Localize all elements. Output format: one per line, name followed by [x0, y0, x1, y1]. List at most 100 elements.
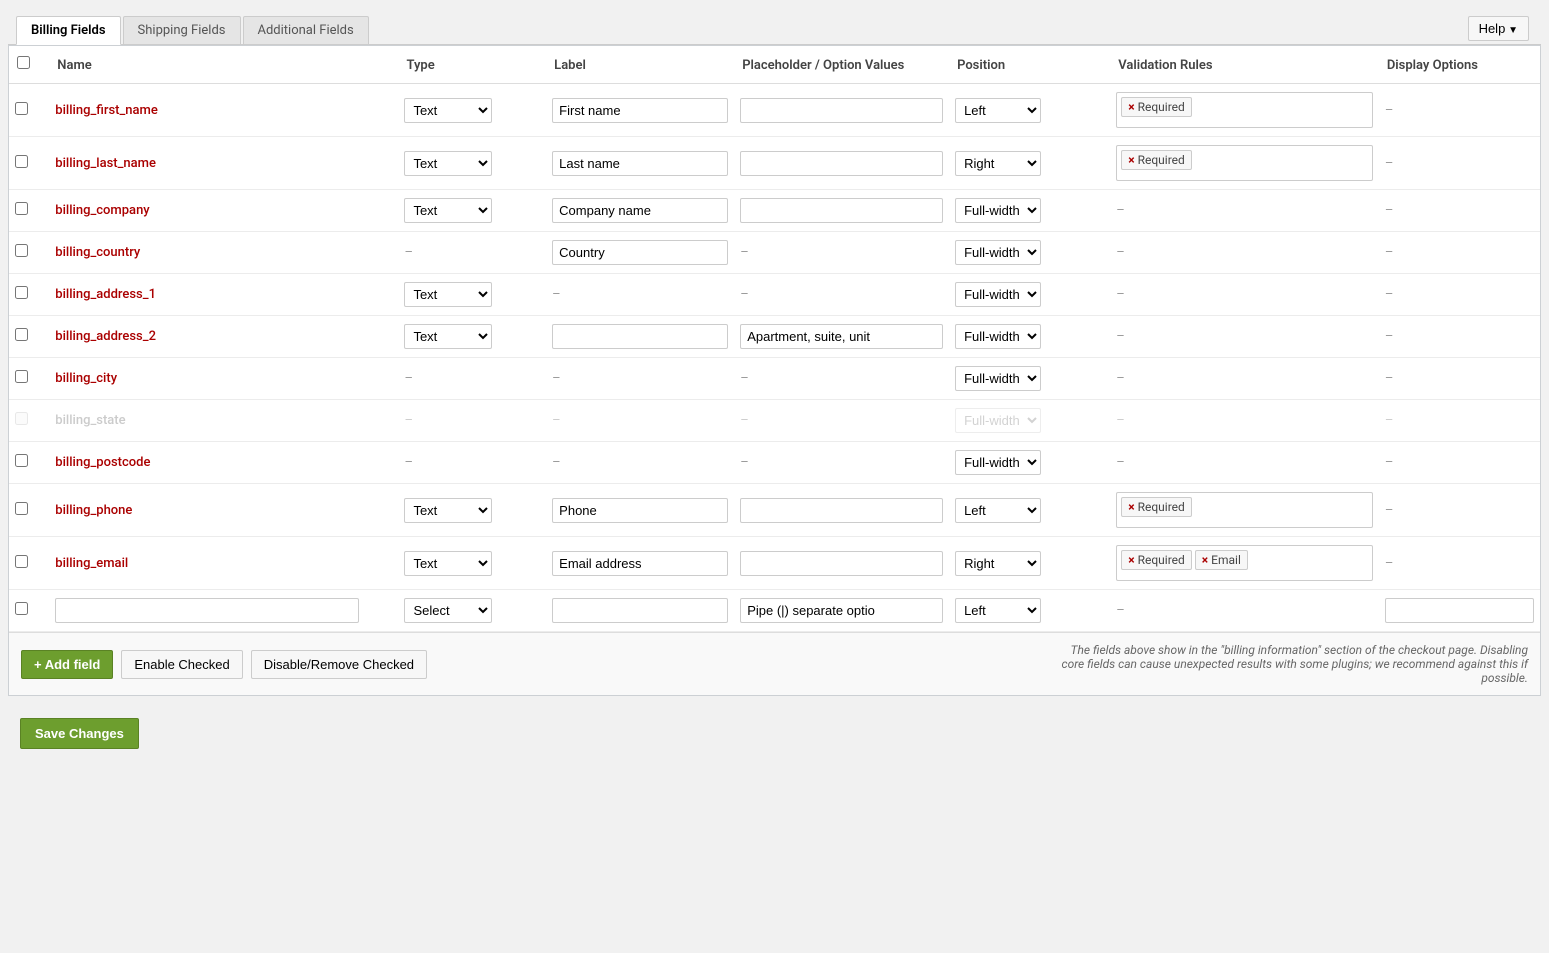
- position-select-billing_email[interactable]: LeftRightFull-width: [955, 551, 1041, 576]
- row-checkbox-billing_country[interactable]: [15, 244, 28, 257]
- row-checkbox-billing_phone[interactable]: [15, 502, 28, 515]
- placeholder-input-billing_email[interactable]: [740, 551, 943, 576]
- type-select-billing_address_2[interactable]: TextSelectTextareaPasswordHidden: [404, 324, 492, 349]
- placeholder-dash: –: [740, 245, 749, 260]
- table-row: billing_last_name TextSelectTextareaPassw…: [9, 137, 1540, 190]
- table-row: billing_companyTextSelectTextareaPasswor…: [9, 190, 1540, 232]
- row-checkbox-billing_postcode[interactable]: [15, 454, 28, 467]
- label-dash: –: [552, 413, 561, 428]
- add-field-button[interactable]: + Add field: [21, 650, 113, 679]
- table-row: TextSelectTextareaPasswordHidden LeftRigh…: [9, 590, 1540, 632]
- display-dash: –: [1385, 156, 1394, 171]
- display-dash: –: [1385, 287, 1394, 302]
- position-select-billing_city[interactable]: LeftRightFull-width: [955, 366, 1041, 391]
- validation-dash: –: [1116, 329, 1125, 344]
- validation-area-billing_first_name: ×Required: [1116, 92, 1373, 128]
- type-select-billing_phone[interactable]: TextSelectTextareaPasswordHidden: [404, 498, 492, 523]
- validation-tag-email[interactable]: ×Email: [1195, 550, 1248, 570]
- display-dash: –: [1385, 556, 1394, 571]
- placeholder-input-new_field[interactable]: [740, 598, 943, 623]
- label-input-billing_phone[interactable]: [552, 498, 728, 523]
- save-area: Save Changes: [8, 706, 1541, 761]
- field-name-label: billing_postcode: [55, 455, 150, 470]
- type-select-billing_company[interactable]: TextSelectTextareaPasswordHidden: [404, 198, 492, 223]
- help-button[interactable]: Help: [1468, 16, 1529, 41]
- position-select-billing_phone[interactable]: LeftRightFull-width: [955, 498, 1041, 523]
- row-checkbox-billing_email[interactable]: [15, 555, 28, 568]
- label-input-billing_last_name[interactable]: [552, 151, 728, 176]
- position-select-billing_state[interactable]: LeftRightFull-width: [955, 408, 1041, 433]
- position-select-billing_country[interactable]: LeftRightFull-width: [955, 240, 1041, 265]
- placeholder-input-billing_address_2[interactable]: [740, 324, 943, 349]
- display-dash: –: [1385, 245, 1394, 260]
- type-dash: –: [404, 371, 413, 386]
- main-content: Name Type Label Placeholder / Option Val…: [8, 45, 1541, 696]
- row-checkbox-billing_state[interactable]: [15, 412, 28, 425]
- validation-tag-required[interactable]: ×Required: [1121, 550, 1192, 570]
- placeholder-input-billing_last_name[interactable]: [740, 151, 943, 176]
- field-name-label: billing_last_name: [55, 156, 156, 171]
- tab-shipping[interactable]: Shipping Fields: [123, 16, 241, 44]
- type-select-billing_email[interactable]: TextSelectTextareaPasswordHidden: [404, 551, 492, 576]
- field-name-label: billing_state: [55, 413, 125, 428]
- position-select-billing_address_2[interactable]: LeftRightFull-width: [955, 324, 1041, 349]
- page-header: Help Billing Fields Shipping Fields Addi…: [8, 8, 1541, 45]
- header-validation: Validation Rules: [1110, 46, 1379, 84]
- disable-checked-button[interactable]: Disable/Remove Checked: [251, 650, 427, 679]
- header-name: Name: [49, 46, 398, 84]
- display-input-new_field[interactable]: [1385, 598, 1534, 623]
- row-checkbox-billing_last_name[interactable]: [15, 155, 28, 168]
- table-row: billing_emailTextSelectTextareaPasswordH…: [9, 537, 1540, 590]
- label-input-billing_email[interactable]: [552, 551, 728, 576]
- label-input-billing_country[interactable]: [552, 240, 728, 265]
- placeholder-input-billing_first_name[interactable]: [740, 98, 943, 123]
- select-all-checkbox[interactable]: [17, 56, 30, 69]
- enable-checked-button[interactable]: Enable Checked: [121, 650, 242, 679]
- label-input-billing_company[interactable]: [552, 198, 728, 223]
- type-select-billing_address_1[interactable]: TextSelectTextareaPasswordHidden: [404, 282, 492, 307]
- row-checkbox-billing_company[interactable]: [15, 202, 28, 215]
- field-name-label: billing_city: [55, 371, 117, 386]
- display-dash: –: [1385, 413, 1394, 428]
- validation-tag-required[interactable]: ×Required: [1121, 497, 1192, 517]
- type-select-billing_last_name[interactable]: TextSelectTextareaPasswordHidden: [404, 151, 492, 176]
- field-name-label: billing_address_2: [55, 329, 156, 344]
- table-row: billing_phoneTextSelectTextareaPasswordH…: [9, 484, 1540, 537]
- position-select-billing_postcode[interactable]: LeftRightFull-width: [955, 450, 1041, 475]
- display-dash: –: [1385, 371, 1394, 386]
- tab-bar: Billing Fields Shipping Fields Additiona…: [8, 8, 1541, 45]
- tab-billing[interactable]: Billing Fields: [16, 16, 121, 45]
- placeholder-dash: –: [740, 455, 749, 470]
- display-dash: –: [1385, 103, 1394, 118]
- validation-dash: –: [1116, 371, 1125, 386]
- type-select-billing_first_name[interactable]: TextSelectTextareaPasswordHidden: [404, 98, 492, 123]
- validation-dash: –: [1116, 287, 1125, 302]
- tab-additional[interactable]: Additional Fields: [243, 16, 369, 44]
- position-select-billing_last_name[interactable]: LeftRightFull-width: [955, 151, 1041, 176]
- row-checkbox-billing_city[interactable]: [15, 370, 28, 383]
- validation-tag-required[interactable]: ×Required: [1121, 97, 1192, 117]
- display-dash: –: [1385, 329, 1394, 344]
- save-changes-button[interactable]: Save Changes: [20, 718, 139, 749]
- label-input-new_field[interactable]: [552, 598, 728, 623]
- placeholder-input-billing_phone[interactable]: [740, 498, 943, 523]
- position-select-billing_first_name[interactable]: LeftRightFull-width: [955, 98, 1041, 123]
- header-display: Display Options: [1379, 46, 1540, 84]
- row-checkbox-billing_address_2[interactable]: [15, 328, 28, 341]
- validation-area-billing_phone: ×Required: [1116, 492, 1373, 528]
- placeholder-input-billing_company[interactable]: [740, 198, 943, 223]
- header-type: Type: [398, 46, 546, 84]
- position-select-new_field[interactable]: LeftRightFull-width: [955, 598, 1041, 623]
- field-name-label: billing_country: [55, 245, 140, 260]
- position-select-billing_company[interactable]: LeftRightFull-width: [955, 198, 1041, 223]
- position-select-billing_address_1[interactable]: LeftRightFull-width: [955, 282, 1041, 307]
- row-checkbox-billing_address_1[interactable]: [15, 286, 28, 299]
- type-select-new_field[interactable]: TextSelectTextareaPasswordHidden: [404, 598, 492, 623]
- label-input-billing_first_name[interactable]: [552, 98, 728, 123]
- label-input-billing_address_2[interactable]: [552, 324, 728, 349]
- new-field-name-input[interactable]: [55, 598, 358, 623]
- row-checkbox-billing_first_name[interactable]: [15, 102, 28, 115]
- row-checkbox-new_field[interactable]: [15, 602, 28, 615]
- validation-tag-required[interactable]: ×Required: [1121, 150, 1192, 170]
- validation-dash: –: [1116, 245, 1125, 260]
